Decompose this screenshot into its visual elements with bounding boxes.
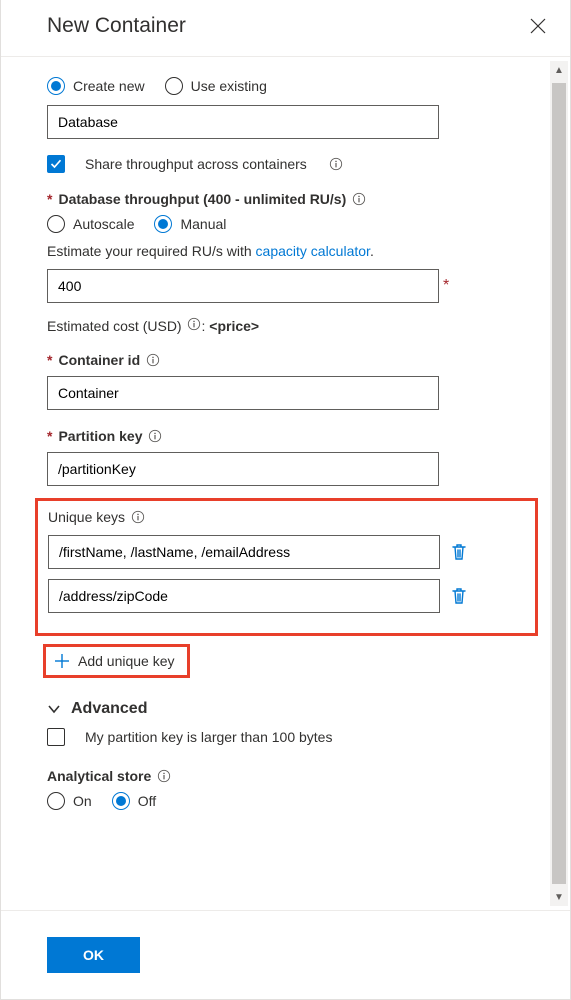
pk-large-label: My partition key is larger than 100 byte… <box>85 729 332 745</box>
radio-manual-label: Manual <box>180 216 226 232</box>
scrollbar-thumb[interactable] <box>552 83 566 884</box>
info-icon[interactable] <box>329 157 343 171</box>
required-asterisk: * <box>47 352 52 368</box>
radio-create-new-label: Create new <box>73 78 145 94</box>
throughput-hint: Estimate your required RU/s with capacit… <box>47 243 526 259</box>
container-id-label: Container id <box>58 352 140 368</box>
info-icon[interactable] <box>131 510 145 524</box>
ok-button[interactable]: OK <box>47 937 140 973</box>
scroll-down-arrow[interactable]: ▼ <box>550 888 568 906</box>
radio-autoscale-label: Autoscale <box>73 216 134 232</box>
chevron-down-icon <box>47 702 61 716</box>
scroll-up-arrow[interactable]: ▲ <box>550 61 568 79</box>
unique-key-input-0[interactable] <box>48 535 440 569</box>
throughput-label: Database throughput (400 - unlimited RU/… <box>58 191 346 207</box>
radio-analytical-on-label: On <box>73 793 92 809</box>
throughput-input[interactable] <box>47 269 439 303</box>
radio-manual[interactable]: Manual <box>154 215 226 233</box>
plus-icon <box>54 653 70 669</box>
estimated-cost-label: Estimated cost (USD) <box>47 318 185 334</box>
advanced-toggle[interactable]: Advanced <box>47 700 526 718</box>
container-id-input[interactable] <box>47 376 439 410</box>
radio-use-existing[interactable]: Use existing <box>165 77 267 95</box>
partition-key-label: Partition key <box>58 428 142 444</box>
delete-unique-key-1[interactable] <box>450 586 468 606</box>
radio-analytical-off-label: Off <box>138 793 156 809</box>
radio-analytical-on[interactable]: On <box>47 792 92 810</box>
share-throughput-checkbox[interactable] <box>47 155 65 173</box>
share-throughput-label: Share throughput across containers <box>85 156 307 172</box>
analytical-store-label: Analytical store <box>47 768 151 784</box>
add-unique-key-button[interactable]: Add unique key <box>48 649 181 673</box>
info-icon[interactable] <box>187 317 201 331</box>
unique-keys-section: Unique keys <box>35 498 538 636</box>
capacity-calculator-link[interactable]: capacity calculator <box>256 243 370 259</box>
close-button[interactable] <box>530 18 546 34</box>
info-icon[interactable] <box>157 769 171 783</box>
pk-large-checkbox[interactable] <box>47 728 65 746</box>
radio-use-existing-label: Use existing <box>191 78 267 94</box>
panel-title: New Container <box>47 14 186 38</box>
unique-key-input-1[interactable] <box>48 579 440 613</box>
advanced-label: Advanced <box>71 700 147 718</box>
radio-create-new[interactable]: Create new <box>47 77 145 95</box>
unique-keys-label: Unique keys <box>48 509 125 525</box>
info-icon[interactable] <box>352 192 366 206</box>
info-icon[interactable] <box>148 429 162 443</box>
required-asterisk: * <box>47 191 52 207</box>
radio-autoscale[interactable]: Autoscale <box>47 215 134 233</box>
add-unique-key-label: Add unique key <box>78 653 175 669</box>
partition-key-input[interactable] <box>47 452 439 486</box>
delete-unique-key-0[interactable] <box>450 542 468 562</box>
required-asterisk: * <box>443 277 449 295</box>
radio-analytical-off[interactable]: Off <box>112 792 156 810</box>
estimated-cost-value: <price> <box>209 318 259 334</box>
scrollbar[interactable]: ▲ ▼ <box>550 61 568 906</box>
info-icon[interactable] <box>146 353 160 367</box>
required-asterisk: * <box>47 428 52 444</box>
database-name-input[interactable] <box>47 105 439 139</box>
